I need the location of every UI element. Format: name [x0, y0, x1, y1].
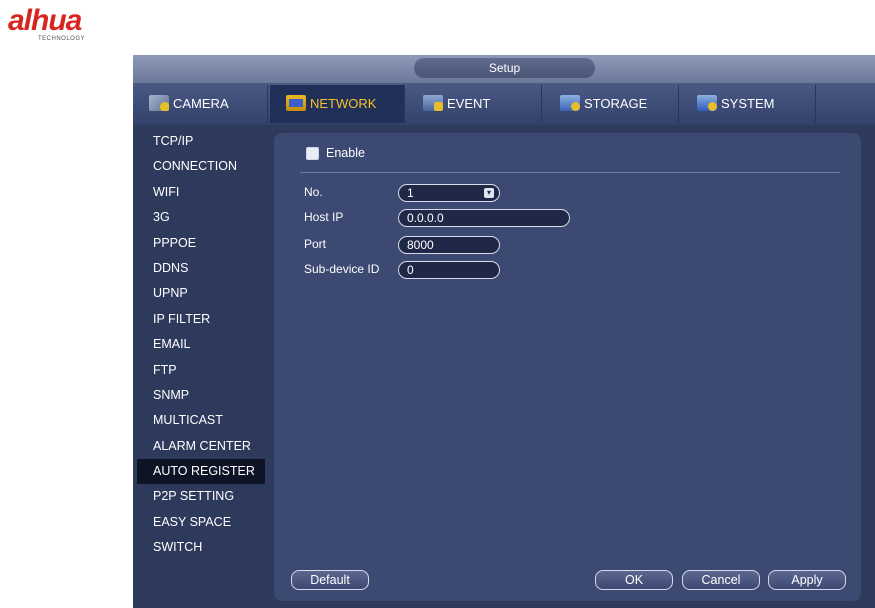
sidebar-item-upnp[interactable]: UPNP: [137, 281, 265, 306]
no-select-value: 1: [407, 186, 414, 200]
sidebar-item-auto-register[interactable]: AUTO REGISTER: [137, 459, 265, 485]
enable-label: Enable: [326, 146, 365, 160]
no-select[interactable]: 1 ▾: [398, 184, 500, 202]
tab-camera-label: CAMERA: [173, 96, 229, 111]
tab-system-label: SYSTEM: [721, 96, 775, 111]
sidebar-item-p2p-setting[interactable]: P2P SETTING: [137, 484, 265, 509]
divider: [300, 172, 840, 173]
sidebar-item-email[interactable]: EMAIL: [137, 332, 265, 357]
tab-system[interactable]: SYSTEM: [681, 85, 816, 123]
sidebar-item-pppoe[interactable]: PPPOE: [137, 231, 265, 256]
sidebar-item-switch[interactable]: SWITCH: [137, 535, 265, 560]
tab-camera[interactable]: CAMERA: [133, 85, 268, 123]
chevron-down-icon: ▾: [484, 188, 494, 198]
camera-icon: [149, 95, 169, 111]
no-label: No.: [304, 185, 323, 199]
brand-logo: alhua TECHNOLOGY: [8, 4, 143, 48]
host-ip-label: Host IP: [304, 210, 344, 224]
setup-window: Setup CAMERA NETWORK EVENT STORAGE SYSTE…: [133, 55, 875, 608]
sub-device-id-label: Sub-device ID: [304, 262, 380, 276]
host-ip-input[interactable]: 0.0.0.0: [398, 209, 570, 227]
enable-row: Enable: [306, 143, 365, 163]
auto-register-panel: Enable No. 1 ▾ Host IP 0.0.0.0 Port 8000…: [274, 133, 861, 601]
ok-button[interactable]: OK: [595, 570, 673, 590]
sidebar-item-snmp[interactable]: SNMP: [137, 383, 265, 408]
sidebar-item-easy-space[interactable]: EASY SPACE: [137, 510, 265, 535]
network-side-menu: TCP/IP CONNECTION WIFI 3G PPPOE DDNS UPN…: [137, 129, 265, 604]
window-title: Setup: [414, 58, 595, 78]
port-input[interactable]: 8000: [398, 236, 500, 254]
logo-subtext: TECHNOLOGY: [38, 36, 86, 42]
sidebar-item-tcpip[interactable]: TCP/IP: [137, 129, 265, 154]
port-label: Port: [304, 237, 327, 251]
sidebar-item-multicast[interactable]: MULTICAST: [137, 408, 265, 433]
tab-storage-label: STORAGE: [584, 96, 648, 111]
tab-storage[interactable]: STORAGE: [544, 85, 679, 123]
main-tab-bar: CAMERA NETWORK EVENT STORAGE SYSTEM: [133, 83, 875, 125]
tab-event[interactable]: EVENT: [407, 85, 542, 123]
sidebar-item-alarm-center[interactable]: ALARM CENTER: [137, 434, 265, 459]
cancel-button[interactable]: Cancel: [682, 570, 760, 590]
network-icon: [286, 95, 306, 111]
apply-button[interactable]: Apply: [768, 570, 846, 590]
logo-text: alhua: [8, 4, 82, 37]
sidebar-item-3g[interactable]: 3G: [137, 205, 265, 230]
sidebar-item-wifi[interactable]: WIFI: [137, 180, 265, 205]
title-bar: Setup: [133, 55, 875, 83]
tab-event-label: EVENT: [447, 96, 491, 111]
sidebar-item-ftp[interactable]: FTP: [137, 358, 265, 383]
tab-network-label: NETWORK: [310, 96, 377, 111]
sidebar-item-ip-filter[interactable]: IP FILTER: [137, 307, 265, 332]
enable-checkbox[interactable]: [306, 146, 319, 160]
default-button[interactable]: Default: [291, 570, 369, 590]
sidebar-item-ddns[interactable]: DDNS: [137, 256, 265, 281]
tab-network[interactable]: NETWORK: [270, 85, 405, 123]
storage-icon: [560, 95, 580, 111]
sidebar-item-connection[interactable]: CONNECTION: [137, 154, 265, 179]
event-icon: [423, 95, 443, 111]
sub-device-id-input[interactable]: 0: [398, 261, 500, 279]
system-icon: [697, 95, 717, 111]
